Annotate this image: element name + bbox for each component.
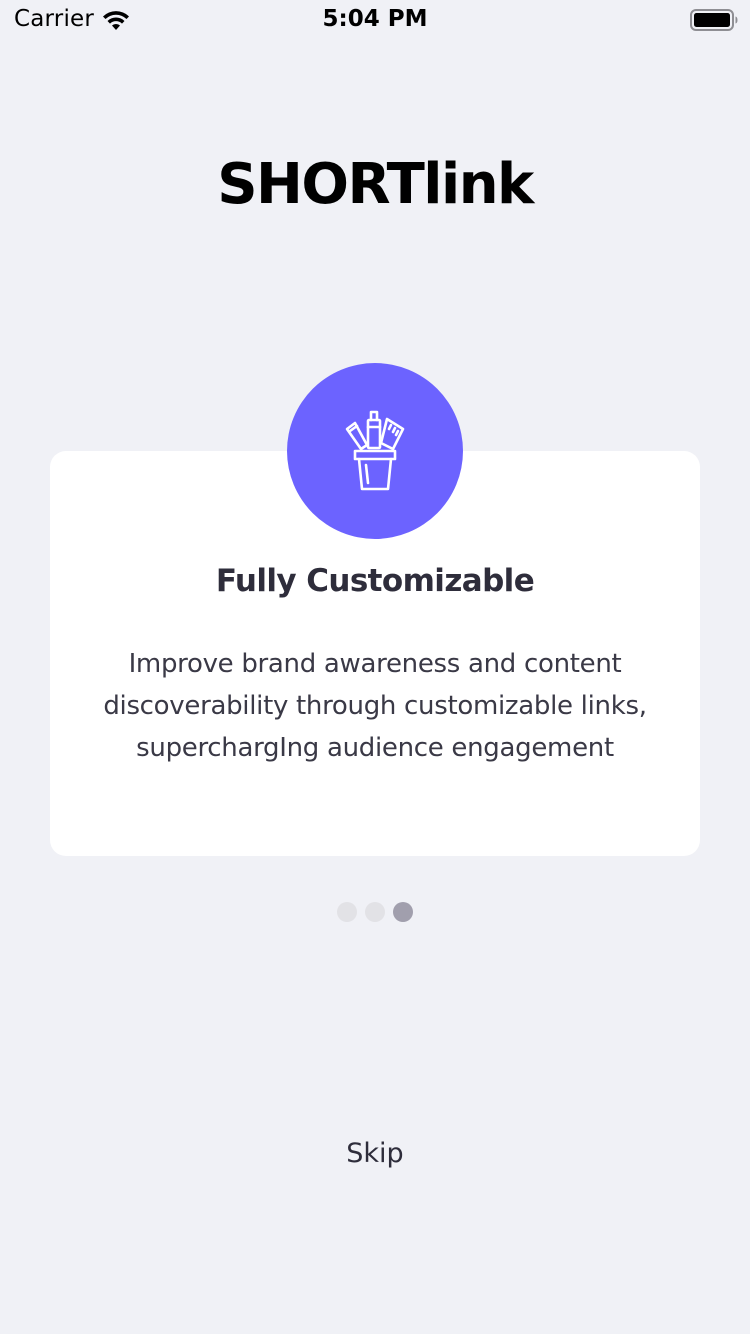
page-dot-2[interactable] bbox=[365, 902, 385, 922]
skip-button[interactable]: Skip bbox=[315, 1138, 435, 1169]
page-dot-1[interactable] bbox=[337, 902, 357, 922]
app-title: SHORTlink bbox=[217, 152, 534, 217]
card-description: Improve brand awareness and content disc… bbox=[103, 649, 647, 763]
page-indicator[interactable] bbox=[337, 902, 413, 922]
page-dot-3-active[interactable] bbox=[393, 902, 413, 922]
pencil-cup-icon bbox=[345, 410, 405, 491]
status-bar: Carrier 5:04 PM bbox=[0, 0, 750, 40]
card-title: Fully Customizable bbox=[215, 563, 535, 599]
status-time: 5:04 PM bbox=[322, 6, 428, 32]
battery-icon bbox=[690, 9, 738, 31]
